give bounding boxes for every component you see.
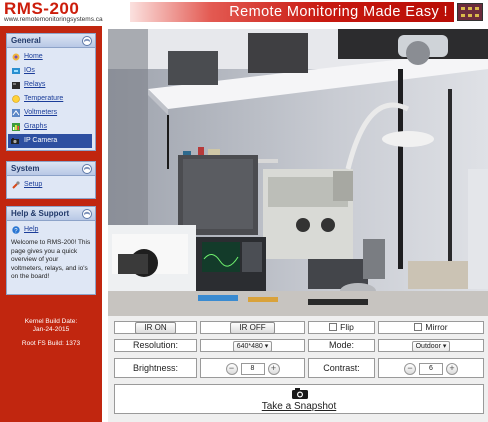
brightness-plus-button[interactable]: + (267, 362, 280, 375)
setup-icon (12, 181, 20, 189)
snapshot-cell: Take a Snapshot (114, 384, 484, 414)
io-icon (12, 67, 20, 75)
help-title: Help & Support (11, 209, 70, 218)
logo[interactable]: RMS-200 www.remotemonitoringsystems.ca (4, 0, 103, 23)
chevron-down-icon: ▾ (442, 343, 447, 350)
contrast-input[interactable]: 6 (419, 362, 443, 375)
temperature-icon (12, 95, 20, 103)
sidebar-item-home[interactable]: Home (10, 50, 92, 64)
sidebar-item-label: Home (24, 53, 43, 60)
mode-label-cell: Mode: (308, 339, 375, 352)
resolution-select[interactable]: 640*480 ▾ (232, 341, 273, 352)
help-icon: ? (12, 226, 20, 235)
resolution-label: Resolution: (132, 340, 179, 350)
graph-icon (12, 123, 20, 131)
relay-icon (12, 81, 20, 89)
general-title: General (11, 36, 41, 45)
sidebar-item-label: Help (24, 226, 39, 233)
banner: Remote Monitoring Made Easy ! (130, 2, 454, 22)
system-panel: System ︽ Setup (6, 161, 96, 199)
general-panel: General ︽ Home IOs Relays Temperature Vo… (6, 33, 96, 151)
ir-on-button[interactable]: IR ON (135, 322, 176, 334)
sidebar-item-label: Setup (24, 181, 43, 188)
sidebar-item-label: Graphs (24, 123, 47, 130)
general-panel-header[interactable]: General ︽ (7, 34, 95, 48)
sidebar-item-label: Voltmeters (24, 109, 58, 116)
brightness-label-cell: Brightness: (114, 358, 197, 378)
mode-label: Mode: (328, 340, 354, 350)
contrast-label-cell: Contrast: (308, 358, 375, 378)
system-panel-header[interactable]: System ︽ (7, 162, 95, 176)
sidebar-item-relays[interactable]: Relays (10, 78, 92, 92)
logo-text: RMS-200 (4, 0, 80, 18)
resolution-select-cell: 640*480 ▾ (200, 339, 305, 352)
system-title: System (11, 164, 40, 173)
help-panel-header[interactable]: Help & Support ︽ (7, 207, 95, 221)
help-panel: Help & Support ︽ ? Help Welcome to RMS-2… (6, 206, 96, 295)
camera-controls: IR ON IR OFF Flip Mirror Resolution: 640… (108, 316, 488, 422)
mirror-checkbox[interactable] (414, 322, 423, 331)
sidebar: General ︽ Home IOs Relays Temperature Vo… (0, 26, 102, 422)
take-snapshot-link[interactable]: Take a Snapshot (115, 401, 483, 412)
contrast-minus-button[interactable]: − (404, 362, 416, 375)
kernel-build-label: Kernel Build Date: (24, 318, 78, 325)
collapse-icon[interactable]: ︽ (82, 164, 92, 174)
sidebar-item-label: Temperature (24, 95, 64, 102)
brightness-input[interactable]: 8 (240, 362, 265, 375)
rootfs-build: Root FS Build: 1373 (21, 340, 81, 347)
flip-cell: Flip (308, 321, 375, 334)
sidebar-item-voltmeters[interactable]: Voltmeters (10, 106, 92, 120)
logo-url: www.remotemonitoringsystems.ca (4, 16, 103, 23)
mode-value: Outdoor (415, 343, 441, 350)
sidebar-item-label: IOs (24, 67, 35, 74)
mode-select-cell: Outdoor ▾ (378, 339, 484, 352)
home-icon (12, 53, 20, 61)
ir-on-cell: IR ON (114, 321, 197, 334)
sidebar-item-ios[interactable]: IOs (10, 64, 92, 78)
sidebar-item-graphs[interactable]: Graphs (10, 120, 92, 134)
sidebar-item-temperature[interactable]: Temperature (10, 92, 92, 106)
contrast-plus-button[interactable]: + (446, 362, 458, 375)
camera-icon[interactable] (292, 387, 308, 399)
mode-select[interactable]: Outdoor ▾ (411, 341, 451, 352)
kernel-build-date: Jan-24-2015 (32, 326, 70, 333)
camera-image (108, 29, 488, 316)
sidebar-item-label: Relays (24, 81, 46, 88)
brightness-minus-button[interactable]: − (225, 362, 238, 375)
chevron-down-icon: ▾ (264, 343, 269, 350)
collapse-icon[interactable]: ︽ (82, 36, 92, 46)
sidebar-item-label: IP Camera (24, 137, 58, 144)
brightness-label: Brightness: (132, 363, 179, 373)
flip-checkbox[interactable] (329, 322, 338, 331)
resolution-value: 640*480 (236, 343, 263, 350)
banner-text: Remote Monitoring Made Easy ! (229, 4, 448, 20)
circuit-board-icon (457, 3, 483, 21)
voltmeter-icon (12, 109, 20, 117)
help-text: Welcome to RMS-200! This page gives you … (11, 239, 91, 280)
mirror-cell: Mirror (378, 321, 484, 334)
resolution-label-cell: Resolution: (114, 339, 197, 352)
contrast-label: Contrast: (323, 363, 360, 373)
collapse-icon[interactable]: ︽ (82, 209, 92, 219)
camera-icon (11, 137, 19, 145)
brightness-control-cell: −8 + (200, 358, 305, 378)
mirror-label: Mirror (425, 322, 448, 332)
sidebar-item-help[interactable]: ? Help (10, 223, 92, 237)
flip-label: Flip (340, 322, 354, 332)
camera-feed (108, 29, 488, 316)
ir-off-cell: IR OFF (200, 321, 305, 334)
contrast-control-cell: −6 + (378, 358, 484, 378)
sidebar-item-setup[interactable]: Setup (10, 178, 92, 192)
ir-off-button[interactable]: IR OFF (230, 322, 275, 334)
header: RMS-200 www.remotemonitoringsystems.ca R… (0, 0, 488, 26)
sidebar-item-ip-camera[interactable]: IP Camera (8, 134, 92, 148)
